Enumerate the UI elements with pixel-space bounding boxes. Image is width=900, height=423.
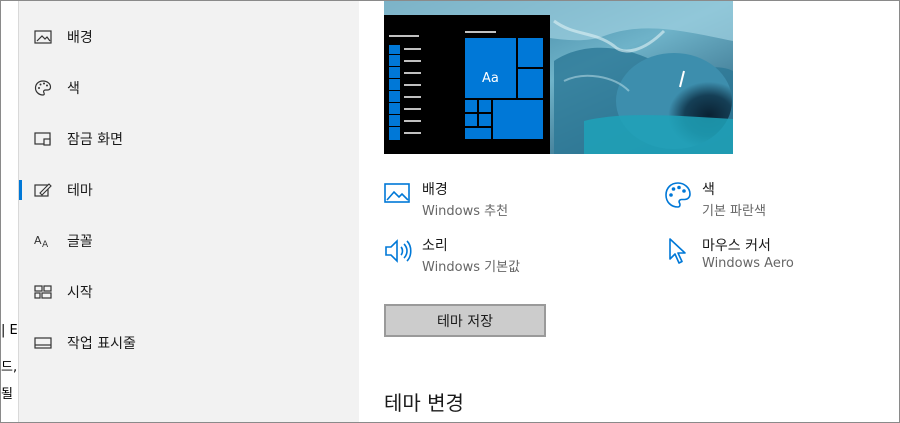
theme-background-setting[interactable]: 배경 Windows 추천 [384,179,644,223]
sidebar-item-theme[interactable]: 테마 [19,170,359,210]
theme-mouse-cursor-setting[interactable]: 마우스 커서 Windows Aero [664,235,899,279]
theme-brush-icon [34,181,52,199]
color-palette-icon [664,181,692,209]
sidebar-item-label: 테마 [67,183,93,199]
taskbar-icon [34,334,52,352]
setting-title: 색 [702,182,715,198]
setting-title: 배경 [422,182,448,198]
background-window-edge: | E 드, 될 0 [1,1,19,422]
sidebar-item-taskbar[interactable]: 작업 표시줄 [19,323,359,363]
sidebar: 배경 색 잠금 화면 테마 AA 글꼴 시작 작업 표시줄 [19,1,359,422]
svg-text:A: A [34,234,42,247]
mouse-cursor-icon [664,237,692,265]
sidebar-item-label: 잠금 화면 [67,132,123,148]
start-icon [34,283,52,301]
save-theme-button[interactable]: 테마 저장 [384,304,546,337]
theme-settings-pane: Aa 배경 Windows 추천 색 기본 파란색 소리 Windows 기본값 [359,1,899,422]
edge-text-2: 드, [1,360,18,375]
edge-text-3: 될 0 [1,387,18,402]
selection-indicator [19,180,22,200]
lock-screen-icon [34,130,52,148]
change-theme-heading: 테마 변경 [384,391,464,415]
theme-preview: Aa [384,1,733,154]
theme-color-setting[interactable]: 색 기본 파란색 [664,179,899,223]
sidebar-item-label: 시작 [67,285,93,301]
sidebar-item-start[interactable]: 시작 [19,272,359,312]
sidebar-item-label: 글꼴 [67,234,93,250]
sidebar-item-label: 작업 표시줄 [67,336,136,352]
font-icon: AA [34,232,52,250]
sidebar-item-label: 배경 [67,30,93,46]
marble-cave-wallpaper [384,1,733,154]
sidebar-item-lock-screen[interactable]: 잠금 화면 [19,119,359,159]
setting-value: 기본 파란색 [702,204,766,219]
preview-tile-text: Aa [482,71,499,86]
setting-value: Windows 기본값 [422,260,521,275]
theme-sound-setting[interactable]: 소리 Windows 기본값 [384,235,644,279]
settings-window: | E 드, 될 0 배경 색 잠금 화면 테마 [0,0,900,423]
speaker-icon [384,237,412,265]
setting-title: 소리 [422,238,448,254]
edge-text-1: | E [1,323,18,338]
palette-icon [34,79,52,97]
background-image-icon [384,181,412,209]
sidebar-item-color[interactable]: 색 [19,68,359,108]
sidebar-item-fonts[interactable]: AA 글꼴 [19,221,359,261]
setting-value: Windows 추천 [422,204,509,219]
setting-title: 마우스 커서 [702,238,771,254]
image-icon [34,28,52,46]
sidebar-item-background[interactable]: 배경 [19,17,359,57]
svg-text:A: A [42,240,49,249]
setting-value: Windows Aero [702,256,794,271]
sidebar-item-label: 색 [67,81,80,97]
